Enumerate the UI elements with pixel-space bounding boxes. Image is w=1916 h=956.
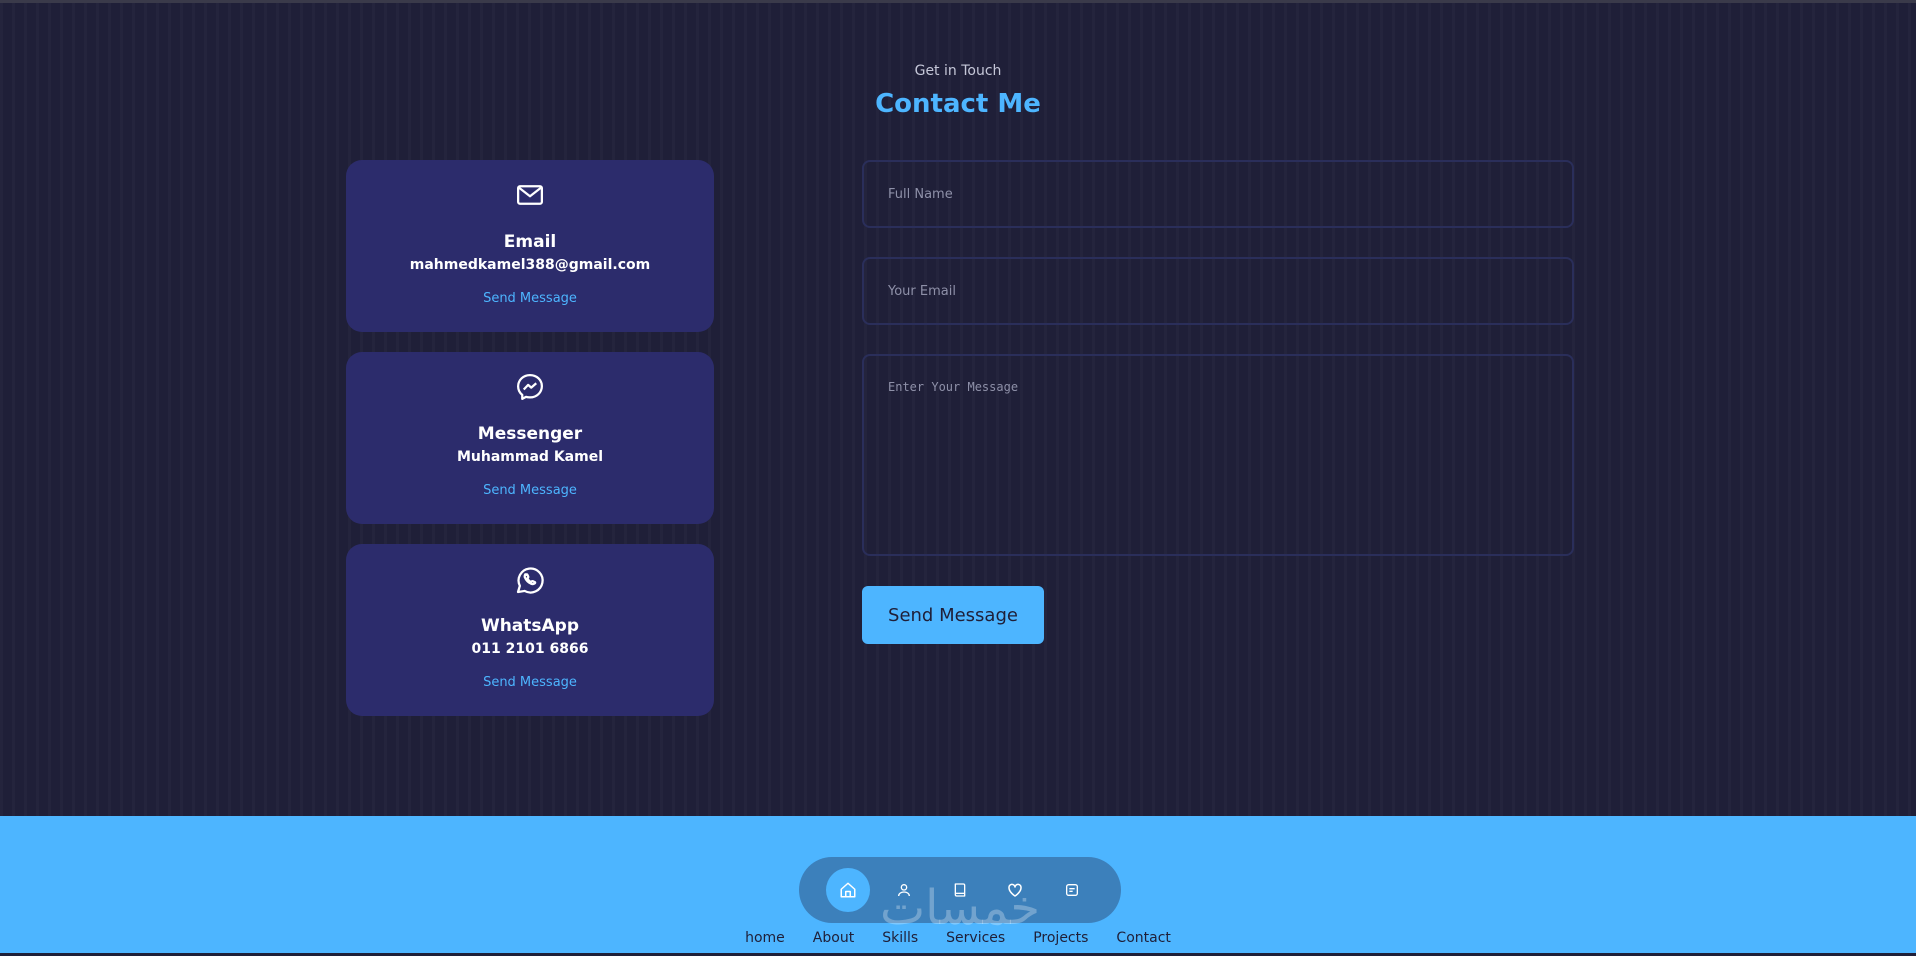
- card-name: WhatsApp: [480, 616, 580, 636]
- section-subtitle: Get in Touch: [914, 63, 1002, 79]
- card-detail: 011 2101 6866: [471, 641, 589, 657]
- watermark-logo: خمسات: [879, 880, 1041, 936]
- contact-card-email: Email mahmedkamel388@gmail.com Send Mess…: [346, 160, 714, 332]
- section-title: Contact Me: [875, 89, 1041, 119]
- messenger-icon: [346, 372, 714, 404]
- send-message-link[interactable]: Send Message: [346, 675, 714, 690]
- full-name-input[interactable]: Full Name: [862, 160, 1574, 228]
- send-message-link[interactable]: Send Message: [346, 291, 714, 306]
- whatsapp-icon: [346, 564, 714, 596]
- send-message-button[interactable]: Send Message: [862, 586, 1044, 644]
- send-message-link[interactable]: Send Message: [346, 483, 714, 498]
- footer-link-about[interactable]: About: [813, 930, 854, 946]
- footer-link-home[interactable]: home: [745, 930, 785, 946]
- card-name: Email: [503, 232, 557, 252]
- card-detail: Muhammad Kamel: [456, 449, 603, 465]
- email-input[interactable]: Your Email: [862, 257, 1574, 325]
- footer-link-services[interactable]: Services: [946, 930, 1005, 946]
- card-name: Messenger: [477, 424, 583, 444]
- footer-link-projects[interactable]: Projects: [1033, 930, 1088, 946]
- footer-link-skills[interactable]: Skills: [882, 930, 918, 946]
- contact-card-messenger: Messenger Muhammad Kamel Send Message: [346, 352, 714, 524]
- message-textarea[interactable]: Enter Your Message: [862, 354, 1574, 556]
- card-detail: mahmedkamel388@gmail.com: [409, 257, 651, 273]
- mail-icon: [346, 180, 714, 212]
- contact-card-whatsapp: WhatsApp 011 2101 6866 Send Message: [346, 544, 714, 716]
- footer-links: home About Skills Services Projects Cont…: [0, 930, 1916, 946]
- footer-link-contact[interactable]: Contact: [1116, 930, 1170, 946]
